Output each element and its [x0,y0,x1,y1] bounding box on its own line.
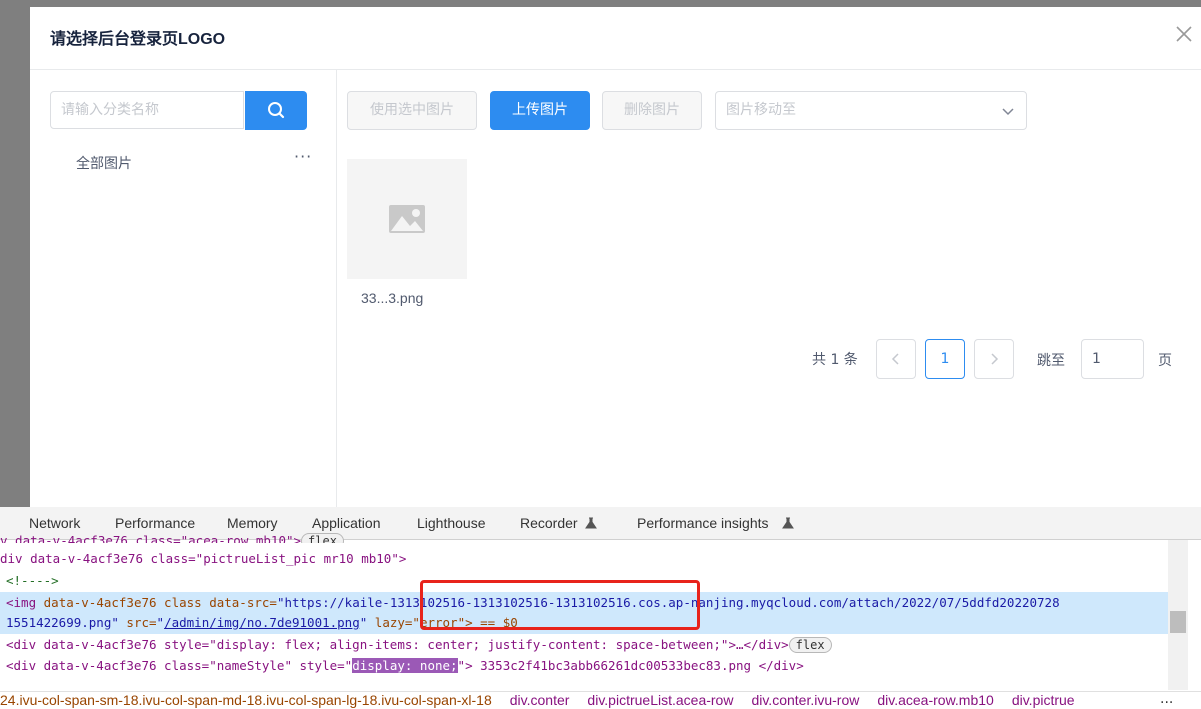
tab-lighthouse[interactable]: Lighthouse [417,515,486,531]
img-src-attr: src= [118,615,157,630]
jump-label: 跳至 [1037,353,1065,369]
name-div-start: <div data-v-4acf3e76 class="nameStyle" s… [6,658,353,673]
image-picker-dialog: 请选择后台登录页LOGO 请输入分类名称 全部图片 ··· 使用选中图片 上传图… [30,7,1201,507]
flex-badge: flex [301,533,344,543]
prev-page-button[interactable] [876,339,916,379]
devtools-panel: Network Performance Memory Application L… [0,507,1201,709]
header-divider [30,69,1201,70]
tab-performance-insights[interactable]: Performance insights [637,515,769,531]
dom-line-comment[interactable]: <!----> [6,571,59,591]
flask-icon [782,517,794,529]
dom-line-name-div[interactable]: <div data-v-4acf3e76 class="nameStyle" s… [6,656,804,676]
image-filename: 33...3.png [361,290,424,306]
dom-line-pic-div[interactable]: div data-v-4acf3e76 class="pictrueList_p… [0,549,406,569]
search-icon [268,102,285,119]
tab-network[interactable]: Network [29,515,80,531]
crumb-item[interactable]: div.acea-row.mb10 [877,692,993,708]
scrollbar-thumb[interactable] [1170,611,1186,633]
chevron-down-icon [1002,108,1014,116]
display-none-highlight: display: none; [352,658,458,673]
chevron-left-icon [891,353,899,365]
next-page-button[interactable] [974,339,1014,379]
flex-badge[interactable]: flex [788,637,832,653]
tab-application[interactable]: Application [312,515,381,531]
tree-item-all-images[interactable]: 全部图片 [76,153,132,173]
tab-performance[interactable]: Performance [115,515,195,531]
crumb-item[interactable]: div.pictrueList.acea-row [587,692,733,708]
move-to-placeholder: 图片移动至 [726,102,796,118]
more-icon[interactable]: ··· [294,147,312,166]
dom-line-flex-div[interactable]: <div data-v-4acf3e76 style="display: fle… [6,635,832,655]
name-div-end: "> 3353c2f41bc3abb66261dc00533bec83.png … [457,658,804,673]
tab-memory[interactable]: Memory [227,515,278,531]
category-search-input[interactable]: 请输入分类名称 [50,91,244,129]
crumb-item[interactable]: div.pictrue [1012,692,1075,708]
panel-divider [336,70,337,507]
flask-icon [585,517,597,529]
page-unit-label: 页 [1158,353,1172,369]
page-1-button[interactable]: 1 [925,339,965,379]
crumb-item[interactable]: div.conter.ivu-row [751,692,859,708]
img-src-link[interactable]: /admin/img/no.7de91001.png [164,615,360,630]
breadcrumb-ellipsis[interactable]: ... [1160,691,1173,707]
tab-recorder[interactable]: Recorder [520,515,578,531]
pagination-total: 共 1 条 [812,352,858,368]
crumb-item[interactable]: 24.ivu-col-span-sm-18.ivu-col-span-md-18… [0,692,492,708]
move-to-select[interactable]: 图片移动至 [715,91,1027,130]
image-thumbnail[interactable] [347,159,467,279]
delete-button[interactable]: 删除图片 [602,91,702,130]
breadcrumb: 24.ivu-col-span-sm-18.ivu-col-span-md-18… [0,691,1201,709]
search-button[interactable] [245,91,307,130]
jump-page-input[interactable]: 1 [1081,339,1144,379]
chevron-right-icon [991,353,999,365]
dialog-title: 请选择后台登录页LOGO [50,31,226,48]
img-data-src-end: 1551422699.png" [6,615,119,630]
flex-div-text: <div data-v-4acf3e76 style="display: fle… [6,637,789,652]
close-icon[interactable] [1171,21,1197,47]
crumb-item[interactable]: div.conter [510,692,570,708]
img-tag: <img [6,595,44,610]
red-annotation-box [420,580,700,630]
img-attrs: data-v-4acf3e76 class data-src= [43,595,277,610]
upload-button[interactable]: 上传图片 [490,91,590,130]
use-selected-button[interactable]: 使用选中图片 [347,91,477,130]
image-placeholder-icon [389,205,425,233]
dom-line-partial: v data-v-4acf3e76 class="acea-row mb10">… [0,533,344,543]
